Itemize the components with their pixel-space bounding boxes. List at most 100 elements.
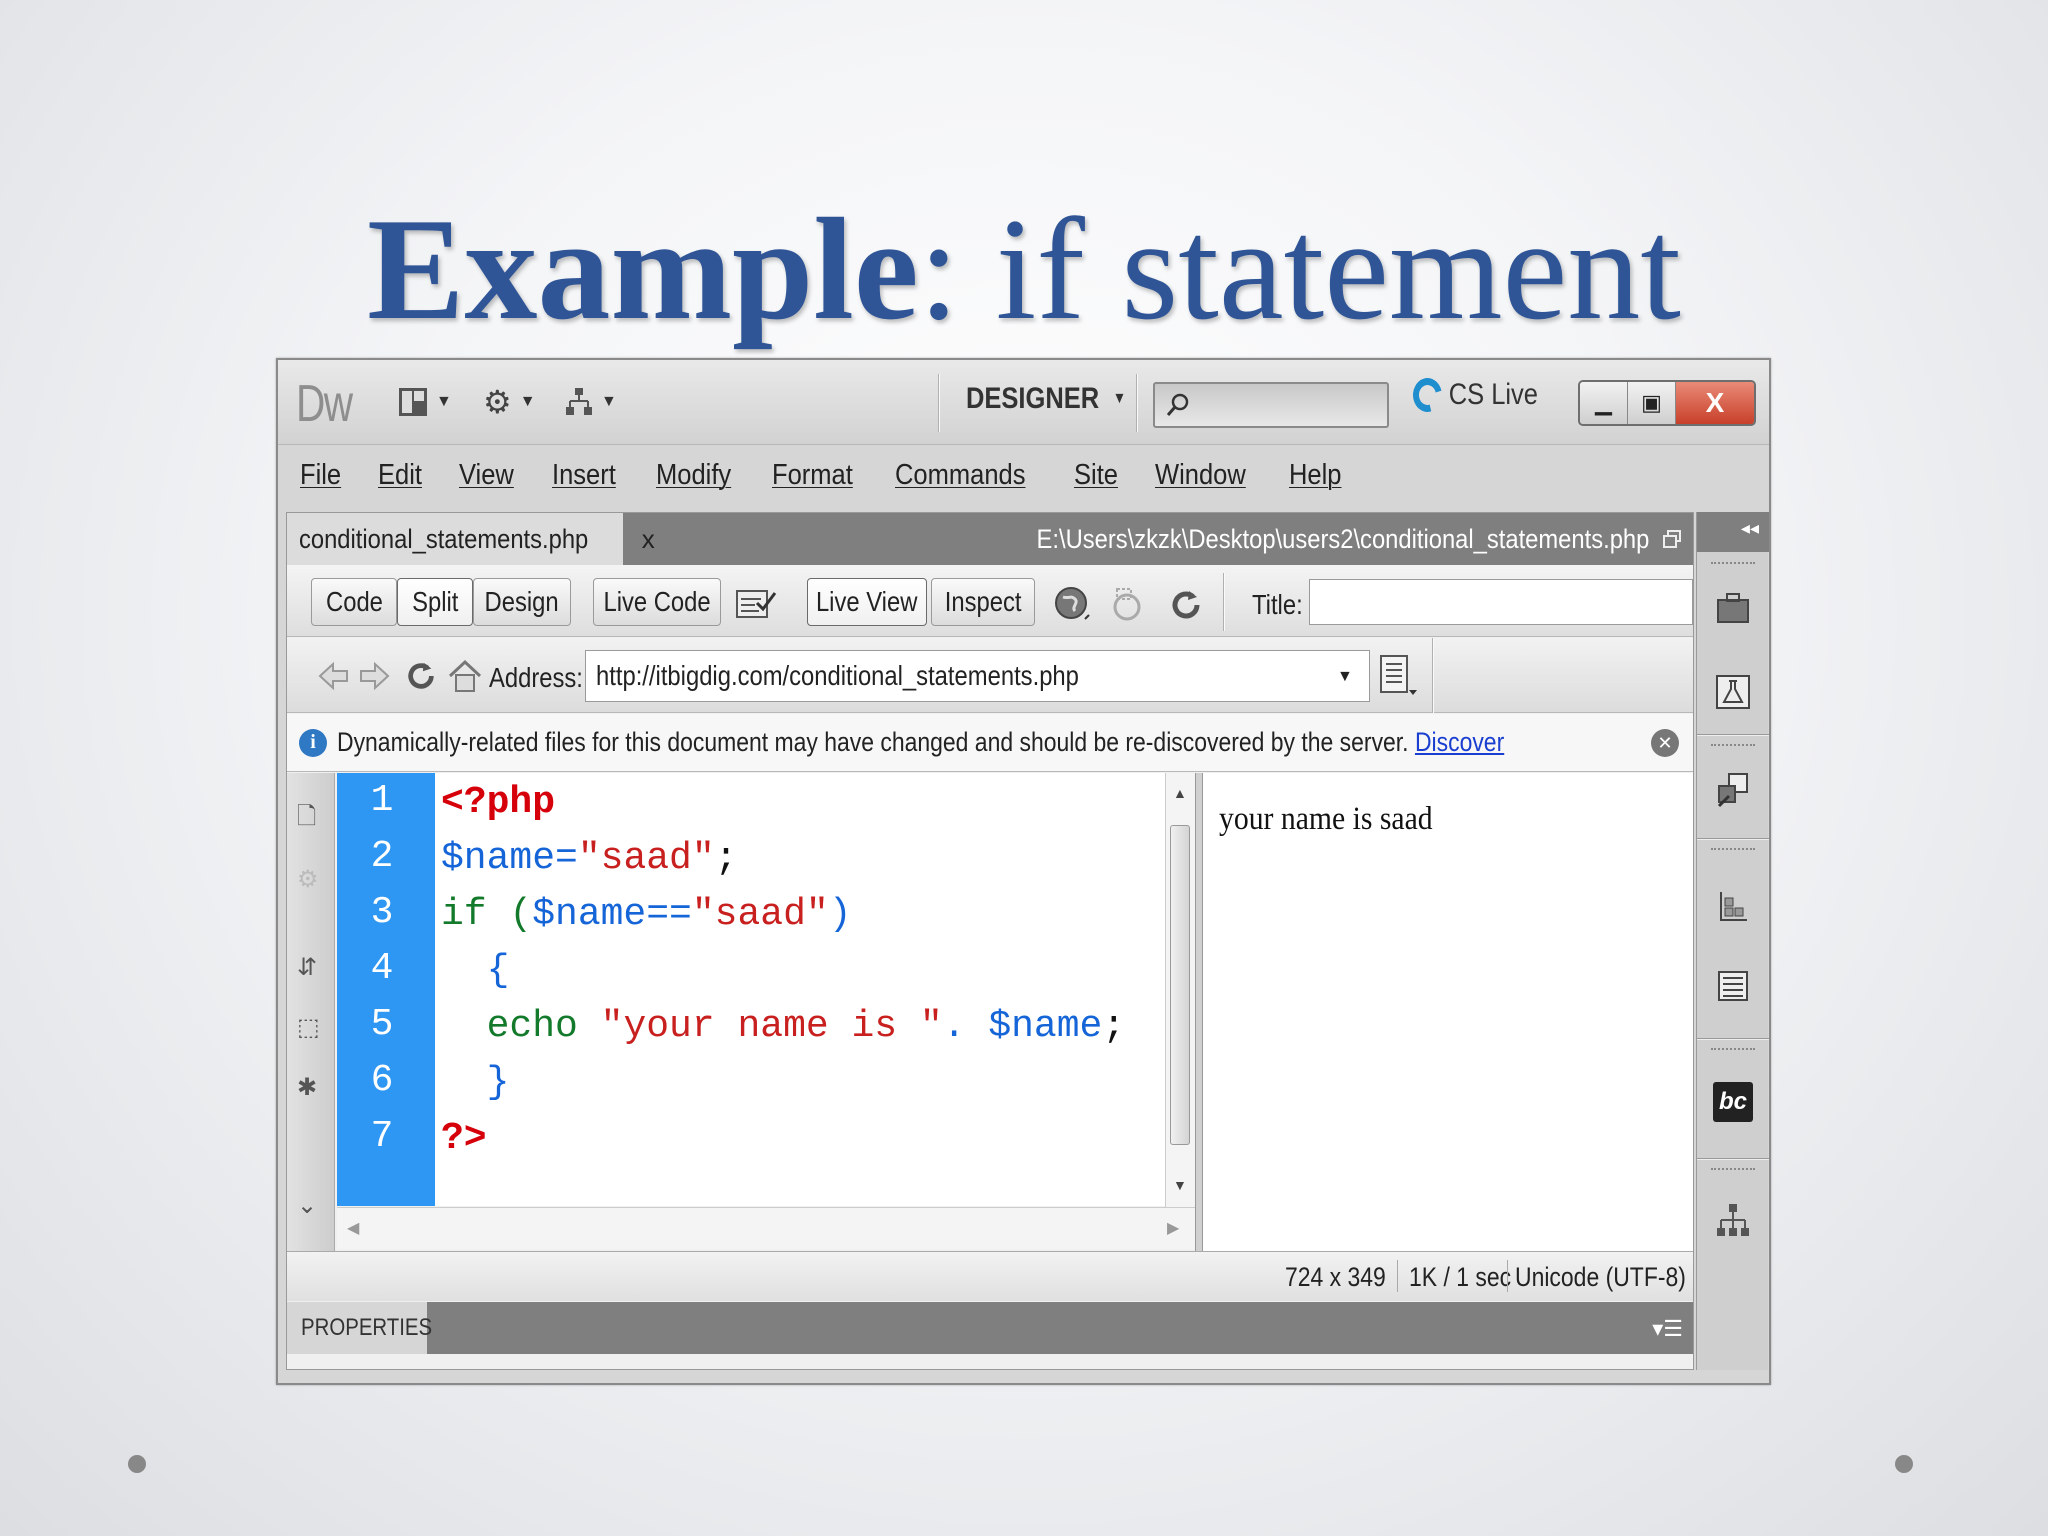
- extend-button[interactable]: ⚙ ▼: [483, 382, 536, 422]
- browser-navigation-bar: Address: http://itbigdig.com/conditional…: [287, 638, 1693, 713]
- split-view-button[interactable]: Split: [397, 578, 473, 626]
- business-catalyst-icon[interactable]: bc: [1713, 1082, 1753, 1122]
- line-number: 6: [370, 1059, 394, 1102]
- code-token: }: [441, 1061, 510, 1104]
- chevron-double-down-icon[interactable]: ⌄: [297, 1191, 317, 1220]
- cs-live-icon: [1407, 371, 1448, 419]
- code-view-button[interactable]: Code: [311, 578, 397, 626]
- inspect-button[interactable]: Inspect: [931, 578, 1035, 626]
- live-code-button[interactable]: Live Code: [593, 578, 721, 626]
- split-divider[interactable]: [1195, 773, 1203, 1251]
- properties-tab[interactable]: PROPERTIES: [287, 1302, 432, 1354]
- css-styles-icon[interactable]: [1715, 888, 1751, 924]
- code-line: ?>: [441, 1117, 487, 1160]
- refresh-icon[interactable]: [405, 658, 437, 694]
- encoding: Unicode (UTF-8): [1515, 1262, 1686, 1292]
- window-size[interactable]: 724 x 349: [1285, 1262, 1386, 1293]
- site-button[interactable]: ▼: [565, 382, 617, 422]
- address-label: Address:: [489, 662, 583, 693]
- minimize-icon: ▁: [1595, 390, 1612, 415]
- document-area: conditional_statements.php x E:\Users\zk…: [286, 512, 1694, 1370]
- properties-label: PROPERTIES: [301, 1314, 433, 1341]
- scroll-left-icon[interactable]: ◀: [347, 1218, 359, 1238]
- files-sitemap-icon[interactable]: [1715, 1202, 1751, 1238]
- discover-link[interactable]: Discover: [1415, 727, 1504, 757]
- slide-title-bold: Example: [367, 188, 919, 350]
- code-view-label: Code: [325, 586, 383, 617]
- minimize-button[interactable]: ▁: [1580, 382, 1628, 424]
- separator: [1697, 734, 1769, 736]
- slide-title-rest: : if statement: [918, 188, 1681, 350]
- menu-modify[interactable]: Modify: [656, 459, 731, 492]
- address-dropdown-icon[interactable]: ▼: [1337, 668, 1353, 686]
- tag-inspector-icon[interactable]: [1715, 968, 1751, 1004]
- expand-all-icon[interactable]: ✱: [297, 1073, 317, 1102]
- search-field[interactable]: [1153, 382, 1389, 428]
- panel-menu-icon[interactable]: ▾☰: [1652, 1316, 1683, 1342]
- menu-format[interactable]: Format: [772, 459, 853, 492]
- address-input[interactable]: http://itbigdig.com/conditional_statemen…: [585, 650, 1370, 702]
- document-tab-label: conditional_statements.php: [299, 523, 589, 554]
- cs-live-button[interactable]: CS Live: [1407, 371, 1538, 419]
- menu-file[interactable]: File: [300, 459, 341, 492]
- menu-commands[interactable]: Commands: [895, 459, 1025, 492]
- title-input[interactable]: [1309, 579, 1693, 625]
- workspace-switcher[interactable]: DESIGNER ▼: [966, 382, 1126, 416]
- home-icon[interactable]: [447, 658, 483, 694]
- design-view-label: Design: [484, 586, 560, 617]
- code-vertical-scrollbar[interactable]: ▲ ▼: [1165, 773, 1195, 1207]
- app-bar: Dw ▼ ⚙ ▼ ▼ DESIGNER ▼ CS Live ▁ ▣ X: [278, 360, 1769, 445]
- restore-document-icon[interactable]: [1663, 530, 1681, 548]
- collapse-selection-icon[interactable]: ⬚: [297, 1013, 320, 1042]
- info-message-text: Dynamically-related files for this docum…: [337, 727, 1409, 757]
- file-path-text: E:\Users\zkzk\Desktop\users2\conditional…: [1036, 523, 1649, 554]
- tab-close-icon[interactable]: x: [642, 524, 655, 555]
- refresh-icon[interactable]: [1169, 587, 1203, 623]
- layout-button[interactable]: ▼: [398, 382, 452, 422]
- collapse-full-tag-icon[interactable]: ⇵: [297, 953, 317, 982]
- collapse-panel-icon[interactable]: ◂◂: [1697, 512, 1769, 552]
- globe-icon[interactable]: [1053, 585, 1093, 625]
- flask-icon[interactable]: [1715, 674, 1751, 710]
- menu-window[interactable]: Window: [1155, 459, 1246, 492]
- live-view-pane[interactable]: your name is saad: [1203, 773, 1693, 1251]
- visual-aids-icon[interactable]: [1111, 585, 1153, 625]
- document-tab[interactable]: conditional_statements.php x: [287, 513, 655, 565]
- code-token: =: [555, 837, 578, 880]
- cs-live-label: CS Live: [1448, 378, 1538, 411]
- briefcase-icon[interactable]: [1715, 590, 1751, 626]
- info-close-icon[interactable]: ✕: [1651, 729, 1679, 757]
- status-bar: 724 x 349 1K / 1 sec Unicode (UTF-8): [287, 1251, 1693, 1301]
- open-documents-icon[interactable]: 🗋: [297, 799, 316, 840]
- menu-site[interactable]: Site: [1074, 459, 1118, 492]
- insert-panel-icon[interactable]: [1715, 772, 1751, 808]
- slide-bullet-left: [128, 1455, 146, 1473]
- design-view-button[interactable]: Design: [473, 578, 571, 626]
- chevron-down-icon: ▼: [519, 393, 536, 410]
- scrollbar-thumb[interactable]: [1170, 825, 1190, 1145]
- dw-logo: Dw: [296, 375, 353, 433]
- menu-view[interactable]: View: [459, 459, 514, 492]
- live-view-button[interactable]: Live View: [807, 578, 927, 626]
- forward-arrow-icon[interactable]: [357, 660, 391, 692]
- scroll-up-icon[interactable]: ▲: [1173, 785, 1187, 801]
- code-editor[interactable]: <?php $name="saad"; if ($name=="saad") {…: [435, 773, 1165, 1206]
- browser-options-icon[interactable]: [1379, 654, 1419, 700]
- maximize-button[interactable]: ▣: [1628, 382, 1676, 424]
- code-line: $name="saad";: [441, 837, 737, 880]
- separator: [1223, 573, 1225, 631]
- separator: [1397, 1260, 1398, 1292]
- code-horizontal-scrollbar[interactable]: ◀ ▶: [337, 1207, 1195, 1249]
- show-code-navigator-icon[interactable]: ⚙: [297, 865, 319, 894]
- check-page-icon[interactable]: [735, 585, 779, 623]
- menu-insert[interactable]: Insert: [552, 459, 616, 492]
- scroll-down-icon[interactable]: ▼: [1173, 1177, 1187, 1193]
- menu-help[interactable]: Help: [1289, 459, 1341, 492]
- menu-edit[interactable]: Edit: [378, 459, 422, 492]
- code-token: ;: [1102, 1005, 1126, 1048]
- close-button[interactable]: X: [1676, 382, 1754, 424]
- file-path: E:\Users\zkzk\Desktop\users2\conditional…: [953, 513, 1681, 565]
- code-token: ;: [714, 837, 738, 880]
- back-arrow-icon[interactable]: [317, 660, 351, 692]
- scroll-right-icon[interactable]: ▶: [1167, 1218, 1179, 1238]
